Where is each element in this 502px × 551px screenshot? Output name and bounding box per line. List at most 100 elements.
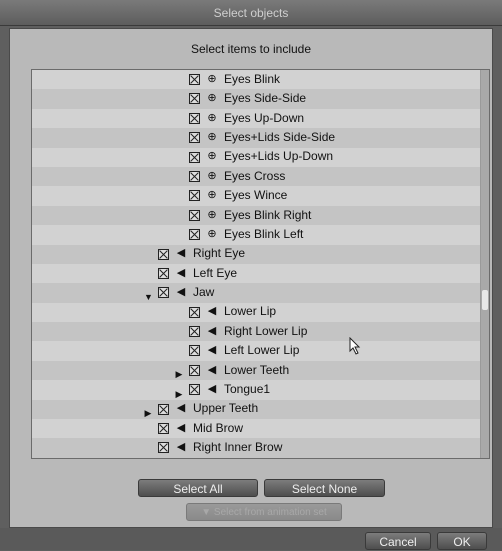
list-item-label: Lower Teeth xyxy=(224,362,290,377)
list-item[interactable]: ⊕ Eyes Cross xyxy=(32,166,483,187)
include-checkbox[interactable] xyxy=(158,267,169,279)
include-checkbox[interactable] xyxy=(158,403,169,415)
list-item[interactable]: ⊕ Eyes Up-Down xyxy=(32,108,483,129)
list-item[interactable]: ◀ Mid Brow xyxy=(32,419,483,439)
list-item[interactable]: ⊕ Eyes+Lids Up-Down xyxy=(32,147,483,167)
vertical-scrollbar[interactable] xyxy=(480,70,489,458)
items-list[interactable]: ⊕ Eyes Blink ⊕ Eyes Side-Side ⊕ Eyes Up-Down ⊕… xyxy=(31,69,490,459)
include-checkbox[interactable] xyxy=(189,112,200,124)
expand-arrow-icon xyxy=(144,424,152,434)
expand-arrow-icon[interactable]: ▶ xyxy=(175,365,183,379)
list-item[interactable]: ⊕ Eyes Blink Right xyxy=(32,205,483,226)
include-checkbox[interactable] xyxy=(158,423,169,435)
list-item[interactable]: ◀ Right Lower Lip xyxy=(32,322,483,342)
list-item[interactable]: ⊕ Eyes Blink Left xyxy=(32,225,483,245)
list-item[interactable]: ⊕ Eyes+Lids Side-Side xyxy=(32,128,483,148)
include-checkbox[interactable] xyxy=(189,229,200,241)
expand-arrow-icon xyxy=(175,75,183,85)
select-all-button[interactable]: Select All xyxy=(138,479,258,497)
select-none-button[interactable]: Select None xyxy=(264,479,385,497)
cancel-button[interactable]: Cancel xyxy=(365,532,431,550)
list-item-cell: ▶ ◀ Upper Teeth xyxy=(144,400,259,419)
morph-icon: ⊕ xyxy=(207,150,217,163)
include-checkbox[interactable] xyxy=(189,364,200,376)
bone-icon: ◀ xyxy=(207,383,217,396)
list-item[interactable]: ◀ Right Eye xyxy=(32,244,483,264)
list-item[interactable]: ◀ Left Lower Lip xyxy=(32,341,483,361)
expand-arrow-icon[interactable]: ▶ xyxy=(144,404,152,418)
list-item-label: Jaw xyxy=(193,285,215,300)
list-item[interactable]: ⊕ Eyes Side-Side xyxy=(32,89,483,109)
list-item-label: Eyes+Lids Up-Down xyxy=(224,149,334,164)
list-item-cell: ◀ Right Eye xyxy=(144,245,245,264)
expand-arrow-icon xyxy=(144,268,152,278)
expand-arrow-icon xyxy=(175,327,183,337)
list-item-label: Left Lower Lip xyxy=(224,343,300,358)
list-item-label: Eyes Cross xyxy=(224,168,286,183)
list-item-cell: ◀ Left Lower Lip xyxy=(175,341,299,360)
include-checkbox[interactable] xyxy=(158,442,169,454)
bone-icon: ◀ xyxy=(207,344,217,357)
expand-arrow-icon[interactable]: ▶ xyxy=(175,385,183,399)
include-checkbox[interactable] xyxy=(189,74,200,85)
include-checkbox[interactable] xyxy=(189,345,200,357)
include-checkbox[interactable] xyxy=(189,326,200,338)
collapse-arrow-icon[interactable]: ▼ xyxy=(144,288,153,302)
list-item-cell: ▶ ◀ Tongue1 xyxy=(175,380,271,399)
list-item[interactable]: ◀ Lower Lip xyxy=(32,302,483,323)
expand-arrow-icon xyxy=(175,307,183,317)
morph-icon: ⊕ xyxy=(207,130,217,143)
include-checkbox[interactable] xyxy=(189,209,200,221)
include-checkbox[interactable] xyxy=(189,93,200,105)
list-item-cell: ◀ Lower Lip xyxy=(175,303,276,322)
include-checkbox[interactable] xyxy=(189,306,200,318)
morph-icon: ⊕ xyxy=(207,208,217,221)
include-checkbox[interactable] xyxy=(189,170,200,182)
select-from-animation-set-label: Select from animation set xyxy=(213,507,327,518)
list-item-label: Right Lower Lip xyxy=(224,323,308,338)
include-checkbox[interactable] xyxy=(189,190,200,202)
list-item-cell: ⊕ Eyes Up-Down xyxy=(175,109,304,128)
expand-arrow-icon xyxy=(144,443,152,453)
list-item-cell: ◀ Left Eye xyxy=(144,264,237,283)
list-item[interactable]: ⊕ Eyes Blink xyxy=(32,70,483,90)
list-item[interactable]: ▶ ◀ Lower Teeth xyxy=(32,360,483,381)
list-item-cell: ⊕ Eyes+Lids Up-Down xyxy=(175,148,333,167)
list-item-label: Eyes Wince xyxy=(224,188,288,203)
include-checkbox[interactable] xyxy=(158,248,169,260)
scrollbar-thumb[interactable] xyxy=(482,290,488,310)
expand-arrow-icon xyxy=(144,249,152,259)
list-item[interactable]: ◀ Right Inner Brow xyxy=(32,438,483,458)
list-item[interactable]: ▶ ◀ Tongue1 xyxy=(32,380,483,400)
list-item-label: Right Inner Brow xyxy=(193,440,283,455)
items-rows: ⊕ Eyes Blink ⊕ Eyes Side-Side ⊕ Eyes Up-Down ⊕… xyxy=(32,70,483,458)
list-item[interactable]: ▶ ◀ Upper Teeth xyxy=(32,399,483,420)
dialog-titlebar: Select objects xyxy=(0,0,502,26)
bone-icon: ◀ xyxy=(176,266,186,279)
ok-button[interactable]: OK xyxy=(437,532,487,550)
list-item-cell: ⊕ Eyes Wince xyxy=(175,186,287,205)
morph-icon: ⊕ xyxy=(207,189,217,202)
morph-icon: ⊕ xyxy=(207,111,217,124)
bone-icon: ◀ xyxy=(207,305,217,318)
select-from-animation-set-chevron-icon: ▼ xyxy=(201,507,212,518)
list-item[interactable]: ◀ Left Eye xyxy=(32,263,483,284)
list-item-cell: ⊕ Eyes Cross xyxy=(175,167,285,186)
list-item-cell: ◀ Right Inner Brow xyxy=(144,438,282,457)
include-checkbox[interactable] xyxy=(189,132,200,144)
list-item-label: Lower Lip xyxy=(224,304,277,319)
list-item-cell: ◀ Mid Brow xyxy=(144,419,243,438)
include-checkbox[interactable] xyxy=(189,151,200,163)
list-item[interactable]: ⊕ Eyes Wince xyxy=(32,186,483,206)
bone-icon: ◀ xyxy=(207,363,217,376)
bone-icon: ◀ xyxy=(176,286,186,299)
list-item[interactable]: ▼ ◀ Jaw xyxy=(32,283,483,303)
include-checkbox[interactable] xyxy=(189,384,200,396)
morph-icon: ⊕ xyxy=(207,169,217,182)
list-item-label: Tongue1 xyxy=(224,382,271,397)
bone-icon: ◀ xyxy=(207,324,217,337)
include-checkbox[interactable] xyxy=(158,287,169,299)
dialog-footer: Cancel OK xyxy=(0,528,502,550)
list-item-cell: ▶ ◀ Lower Teeth xyxy=(175,361,290,380)
dialog-subtitle: Select items to include xyxy=(190,42,312,56)
